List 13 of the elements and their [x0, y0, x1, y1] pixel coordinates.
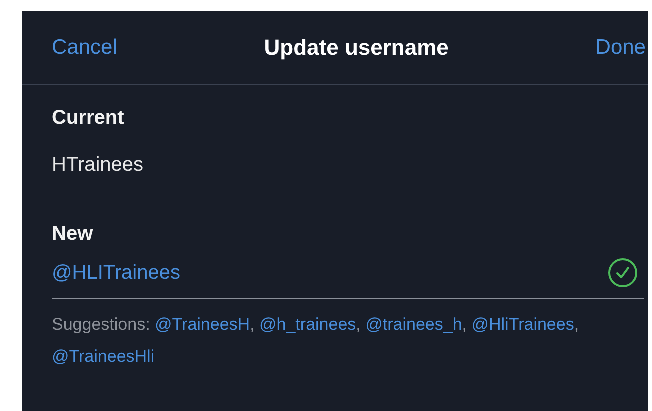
suggestion-link[interactable]: @h_trainees — [260, 315, 356, 334]
suggestion-link[interactable]: @TraineesH — [155, 315, 250, 334]
done-button[interactable]: Done — [596, 36, 646, 60]
field-label: New — [52, 223, 94, 246]
username-field[interactable]: @HLITrainees — [52, 258, 644, 299]
dialog-title: Update username — [264, 34, 449, 60]
suggestion-link[interactable]: @TraineesHli — [52, 347, 155, 366]
current-username: HTrainees — [52, 154, 145, 177]
suggestion-link[interactable]: @trainees_h — [366, 315, 462, 334]
suggestions-text: Suggestions: @TraineesH, @h_trainees, @trainees_h, @HliTrainees, @TraineesHli — [52, 314, 580, 368]
field-label: Current — [52, 107, 126, 130]
cancel-button[interactable]: Cancel — [52, 36, 118, 60]
suggestion-link[interactable]: @HliTrainees — [472, 315, 574, 334]
